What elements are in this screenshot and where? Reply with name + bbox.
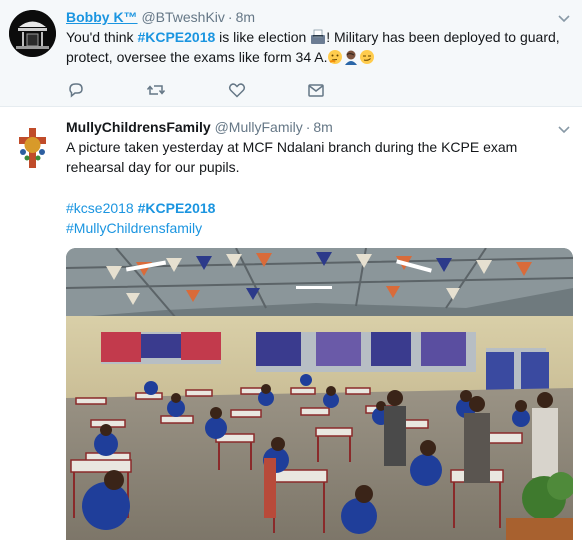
hashtag-line: #kcse2018 #KCPE2018 [66, 198, 215, 218]
hashtag-link[interactable]: #MullyChildrensfamily [66, 220, 202, 236]
thinking-face-emoji-icon [328, 50, 343, 64]
display-name[interactable]: MullyChildrensFamily [66, 119, 211, 135]
user-handle[interactable]: @BTweshKiv [141, 9, 224, 25]
ballot-box-emoji-icon [311, 29, 326, 44]
timestamp[interactable]: 8m [313, 119, 332, 135]
reply-icon[interactable] [66, 80, 86, 100]
chevron-down-icon[interactable] [556, 10, 572, 26]
direct-message-icon[interactable] [306, 80, 326, 100]
like-icon[interactable] [227, 80, 247, 100]
timestamp[interactable]: 8m [236, 9, 255, 25]
separator-dot: · [305, 119, 311, 135]
tweet-text-part: is like election [215, 29, 311, 45]
separator-dot: · [227, 9, 233, 25]
avatar[interactable] [9, 10, 56, 57]
tweet-header: Bobby K™ @BTweshKiv · 8m [66, 9, 255, 25]
tweet-header: MullyChildrensFamily @MullyFamily · 8m [66, 119, 333, 135]
person-facepalming-emoji-icon [345, 50, 358, 65]
retweet-icon[interactable] [146, 80, 166, 100]
tweet-text: You'd think #KCPE2018 is like election !… [66, 27, 572, 67]
tweet-text-part: You'd think [66, 29, 138, 45]
hashtag-link[interactable]: #KCPE2018 [138, 200, 216, 216]
hashtag-line: #MullyChildrensfamily [66, 218, 202, 238]
classroom-photo [66, 248, 573, 540]
user-handle[interactable]: @MullyFamily [215, 119, 303, 135]
chevron-down-icon[interactable] [556, 121, 572, 137]
hashtag-link[interactable]: #kcse2018 [66, 200, 134, 216]
hashtag-link[interactable]: #KCPE2018 [137, 29, 215, 45]
display-name[interactable]: Bobby K™ [66, 9, 138, 25]
tweet-photo[interactable] [66, 248, 573, 540]
avatar[interactable] [9, 125, 56, 172]
smirking-face-emoji-icon [360, 50, 375, 64]
tweet-bobby[interactable]: Bobby K™ @BTweshKiv · 8m You'd think #KCPE… [0, 0, 582, 107]
tweet-mully[interactable]: MullyChildrensFamily @MullyFamily · 8m A p… [0, 107, 582, 540]
tweet-text: A picture taken yesterday at MCF Ndalani… [66, 139, 518, 175]
